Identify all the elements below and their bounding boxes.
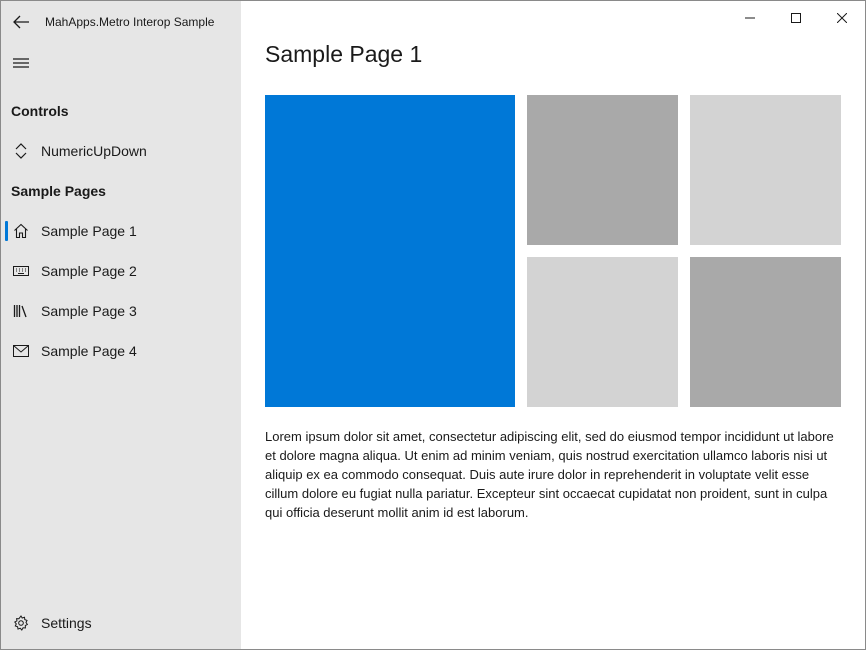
back-arrow-icon: [13, 15, 29, 29]
nav-item-sample-page-2[interactable]: Sample Page 2: [1, 251, 241, 291]
section-header-controls: Controls: [11, 103, 69, 119]
nav-item-label: Sample Page 3: [41, 303, 137, 319]
gray-tile-bottom-right: [690, 257, 841, 407]
nav-item-label: Settings: [41, 615, 92, 631]
back-button[interactable]: [1, 2, 41, 42]
title-bar: MahApps.Metro Interop Sample: [1, 1, 241, 43]
mail-icon: [1, 331, 41, 371]
nav-item-label: Sample Page 1: [41, 223, 137, 239]
library-icon: [1, 291, 41, 331]
gray-tile-top-left: [527, 95, 678, 245]
nav-item-sample-page-1[interactable]: Sample Page 1: [1, 211, 241, 251]
app-window: MahApps.Metro Interop Sample Controls Nu…: [0, 0, 866, 650]
nav-item-sample-page-3[interactable]: Sample Page 3: [1, 291, 241, 331]
hamburger-icon: [13, 58, 29, 68]
gray-tile-top-right: [690, 95, 841, 245]
gear-icon: [1, 603, 41, 643]
hamburger-menu-button[interactable]: [1, 43, 41, 83]
section-header-sample-pages: Sample Pages: [11, 183, 106, 199]
nav-item-label: Sample Page 2: [41, 263, 137, 279]
minimize-button[interactable]: [727, 1, 773, 35]
nav-item-label: Sample Page 4: [41, 343, 137, 359]
blue-tile: [265, 95, 515, 407]
nav-item-sample-page-4[interactable]: Sample Page 4: [1, 331, 241, 371]
maximize-button[interactable]: [773, 1, 819, 35]
keyboard-icon: [1, 251, 41, 291]
app-title: MahApps.Metro Interop Sample: [45, 15, 215, 29]
chevron-up-down-icon: [1, 131, 41, 171]
maximize-icon: [791, 13, 801, 23]
navigation-pane: MahApps.Metro Interop Sample Controls Nu…: [1, 1, 241, 649]
gray-tile-bottom-left: [527, 257, 678, 407]
close-button[interactable]: [819, 1, 865, 35]
page-title: Sample Page 1: [265, 41, 423, 67]
body-text: Lorem ipsum dolor sit amet, consectetur …: [265, 429, 834, 520]
selection-indicator: [5, 221, 8, 241]
close-icon: [837, 13, 847, 23]
minimize-icon: [745, 17, 755, 19]
nav-item-label: NumericUpDown: [41, 143, 147, 159]
nav-item-settings[interactable]: Settings: [1, 603, 241, 643]
nav-item-numericupdown[interactable]: NumericUpDown: [1, 131, 241, 171]
